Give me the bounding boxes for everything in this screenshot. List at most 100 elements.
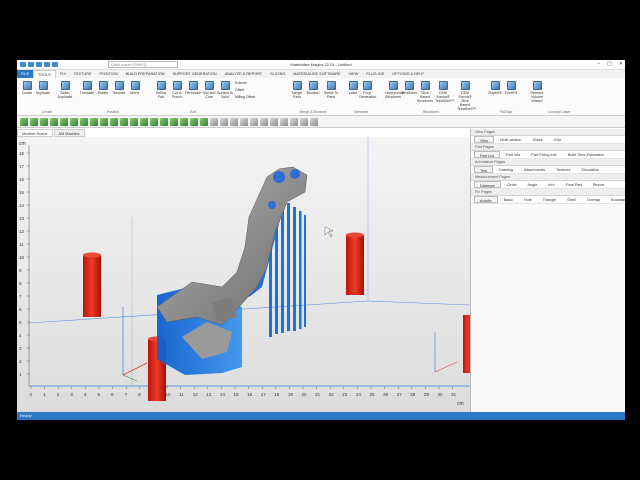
tab-attachments[interactable]: Attachments [519, 166, 550, 173]
panel-header-part-pages[interactable]: Part Pages [471, 144, 625, 151]
tab-part-info[interactable]: Part Info [501, 151, 525, 158]
menu-item-view[interactable]: VIEW [345, 70, 363, 78]
panel-header-annotation-pages[interactable]: Annotation Pages [471, 159, 625, 166]
tab-modeler-scene[interactable]: Modeler Scene [17, 129, 53, 137]
tab-part-fixing-info[interactable]: Part Fixing Info [526, 151, 562, 158]
view-tool-icon[interactable] [180, 117, 188, 126]
view-tool-icon[interactable] [230, 117, 238, 126]
tab-am-machine[interactable]: AM Machine [53, 129, 85, 137]
view-tool-icon[interactable] [150, 117, 158, 126]
view-tool-icon[interactable] [240, 117, 248, 126]
tab-circle[interactable]: Circle [502, 181, 522, 188]
ribbon-button-rapidfit[interactable]: RapidFit [487, 81, 503, 95]
view-tool-icon[interactable] [190, 117, 198, 126]
tab-text[interactable]: Text [474, 166, 493, 173]
tab-overlap[interactable]: Overlap [582, 196, 605, 203]
view-tool-icon[interactable] [70, 117, 78, 126]
view-tool-icon[interactable] [20, 117, 28, 126]
tab-report[interactable]: Report [588, 181, 609, 188]
quick-search-input[interactable]: Quick search (Shift+Q) [108, 61, 178, 68]
view-tool-icon[interactable] [300, 117, 308, 126]
view-tool-icon[interactable] [160, 117, 168, 126]
tab-part-list[interactable]: Part List [474, 151, 500, 158]
view-tool-icon[interactable] [250, 117, 258, 126]
ribbon-button-boolean[interactable]: Boolean [305, 81, 321, 95]
menu-item-analyze-report[interactable]: ANALYZE & REPORT [221, 70, 266, 78]
viewport-canvas[interactable]: cm 181716151413121110987654321 cm 012345… [17, 137, 473, 412]
tab-distance[interactable]: Distance [474, 181, 501, 188]
tab-grid[interactable]: Grid [549, 136, 566, 143]
view-tool-icon[interactable] [60, 117, 68, 126]
ribbon-button-honeycomb-structures[interactable]: Honeycomb Structures [385, 81, 404, 99]
tab-textures[interactable]: Textures [551, 166, 575, 173]
panel-header-fix-pages[interactable]: Fix Pages [471, 189, 625, 196]
tab-slices[interactable]: Slices [527, 136, 547, 143]
close-icon[interactable]: ✕ [619, 61, 623, 67]
menu-item-materialise-software[interactable]: MATERIALISE SOFTWARE [289, 70, 344, 78]
quick-access-toolbar[interactable] [20, 62, 58, 67]
ribbon-button-surface-to-solid[interactable]: Surface to Solid [217, 81, 233, 99]
print-icon[interactable] [52, 62, 58, 67]
ribbon-button-mirror[interactable]: Mirror [127, 81, 143, 95]
new-icon[interactable] [20, 62, 26, 67]
view-tool-icon[interactable] [50, 117, 58, 126]
view-tool-icon[interactable] [100, 117, 108, 126]
ribbon-small-extrude[interactable]: Extrude [235, 81, 247, 85]
ribbon-button-formfit[interactable]: FormFit [503, 81, 519, 95]
ribbon-button-create[interactable]: Create [19, 81, 35, 95]
ribbon-small-offset[interactable]: Offset [235, 88, 244, 92]
ribbon-button-prop-generation[interactable]: Prop Generation [359, 81, 376, 99]
view-tool-icon[interactable] [130, 117, 138, 126]
maximize-icon[interactable]: ▢ [607, 61, 612, 67]
panel-header-view-pages[interactable]: View Pages [471, 129, 625, 136]
view-tool-icon[interactable] [200, 117, 208, 126]
view-tool-icon[interactable] [30, 117, 38, 126]
tab-info[interactable]: Info [543, 181, 559, 188]
undo-icon[interactable] [36, 62, 42, 67]
view-tool-icon[interactable] [210, 117, 218, 126]
panel-header-measurement-pages[interactable]: Measurement Pages [471, 174, 625, 181]
ribbon-button-hollow-part[interactable]: Hollow Part [153, 81, 169, 99]
view-tool-icon[interactable] [310, 117, 318, 126]
ribbon-small-milling-offset[interactable]: Milling Offset [235, 95, 255, 99]
tab-hole[interactable]: Hole [519, 196, 537, 203]
view-tool-icon[interactable] [80, 117, 88, 126]
ribbon-button-translate[interactable]: Translate [79, 81, 95, 95]
ribbon-button-remove-volume-wizard[interactable]: Remove Volume Wizard [529, 81, 545, 103]
menu-item-file[interactable]: FILE [17, 70, 34, 78]
tab-angle[interactable]: Angle [523, 181, 543, 188]
menu-item-texture[interactable]: TEXTURE [70, 70, 96, 78]
minimize-icon[interactable]: – [597, 61, 600, 67]
view-tool-icon[interactable] [220, 117, 228, 126]
ribbon-button-rescale[interactable]: Rescale [111, 81, 127, 95]
view-tool-icon[interactable] [120, 117, 128, 126]
menu-item-support-generation[interactable]: SUPPORT GENERATION [169, 70, 221, 78]
ribbon-button-shells-to-parts[interactable]: Shells To Parts [323, 81, 339, 99]
tab-build-time-estimation[interactable]: Build Time Estimation [563, 151, 610, 158]
ribbon-button-merge-parts[interactable]: Merge Parts [289, 81, 305, 99]
view-tool-icon[interactable] [40, 117, 48, 126]
view-tool-icon[interactable] [90, 117, 98, 126]
menu-item-slicing[interactable]: SLICING [266, 70, 289, 78]
ribbon-button-perforator[interactable]: Perforator [185, 81, 201, 95]
tab-boundary[interactable]: Boundary [606, 196, 625, 203]
tab-multi-section[interactable]: Multi-section [495, 136, 526, 143]
view-tool-icon[interactable] [260, 117, 268, 126]
view-tool-icon[interactable] [110, 117, 118, 126]
save-icon[interactable] [28, 62, 34, 67]
ribbon-button-rotate[interactable]: Rotate [95, 81, 111, 95]
ribbon-button-dsm-somos-tetrashell-[interactable]: DSM Somos® TetraShell™ [435, 81, 454, 103]
tab-shell[interactable]: Shell [562, 196, 580, 203]
menu-item-options-help[interactable]: OPTIONS & HELP [388, 70, 428, 78]
tab-final-part[interactable]: Final Part [561, 181, 587, 188]
3d-viewport[interactable]: cm 18 17 16 15 14 13 12 11 10 9 8 7 6 5 4 3 2 1 cm 012345… [17, 137, 473, 412]
menu-item-position[interactable]: POSITION [96, 70, 122, 78]
menu-item-build-preparation[interactable]: BUILD PREPARATION [122, 70, 169, 78]
ribbon-button-dsm-somos-slice-based-tetrashell-[interactable]: DSM Somos® Slice Based TetraShell™ [457, 81, 476, 111]
redo-icon[interactable] [44, 62, 50, 67]
ribbon-button-structures[interactable]: Structures [401, 81, 417, 95]
view-tool-icon[interactable] [140, 117, 148, 126]
menu-item-plug-ins[interactable]: PLUG-INS [362, 70, 388, 78]
view-tool-icon[interactable] [280, 117, 288, 126]
view-tool-icon[interactable] [270, 117, 278, 126]
